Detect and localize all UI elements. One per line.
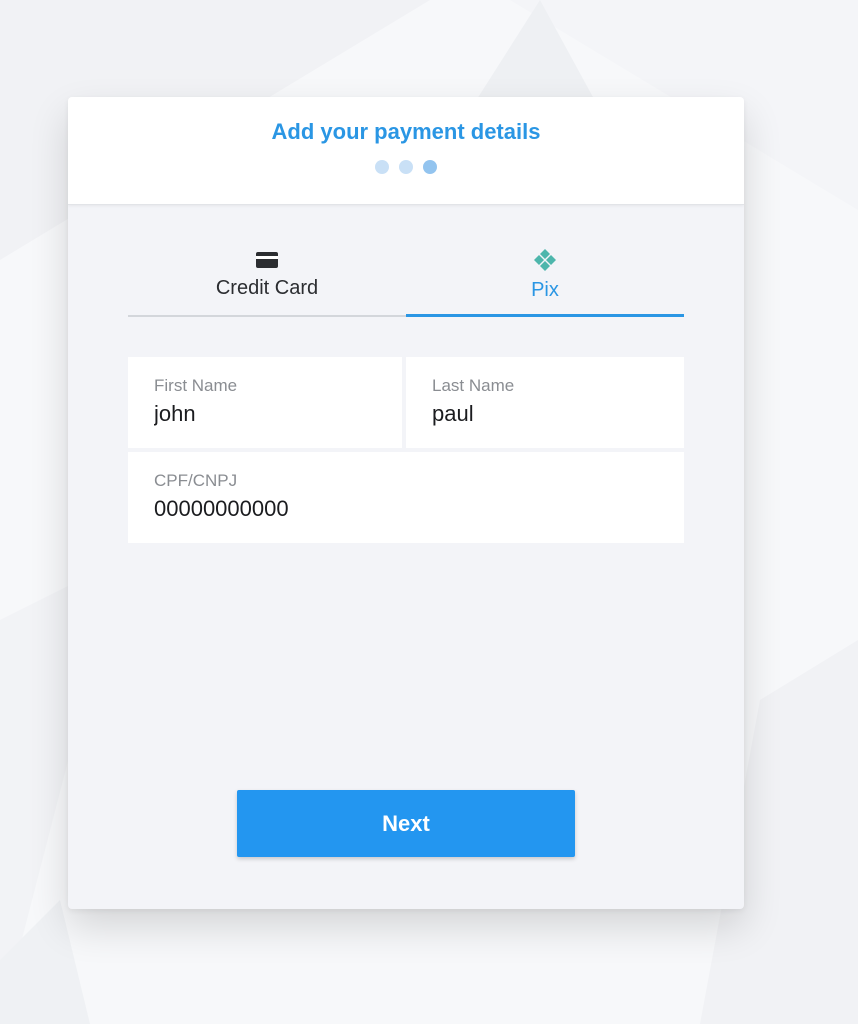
step-dot-3 (423, 160, 437, 174)
cpf-cnpj-input[interactable] (154, 496, 658, 522)
last-name-input[interactable] (432, 401, 658, 427)
tab-pix-label: Pix (531, 279, 559, 301)
step-dot-1 (375, 160, 389, 174)
credit-card-icon (128, 247, 406, 273)
first-name-input[interactable] (154, 401, 376, 427)
next-button[interactable]: Next (237, 790, 575, 857)
payment-card: Add your payment details Credit Card Pix… (68, 97, 744, 909)
tab-credit-card-label: Credit Card (215, 277, 319, 299)
step-dot-2 (399, 160, 413, 174)
last-name-label: Last Name (432, 376, 515, 395)
payment-method-tabs: Credit Card Pix (128, 247, 684, 317)
first-name-field: First Name (128, 357, 402, 448)
tab-credit-card[interactable]: Credit Card (128, 247, 406, 317)
cpf-cnpj-label: CPF/CNPJ (154, 471, 238, 490)
cpf-cnpj-field: CPF/CNPJ (128, 452, 684, 543)
step-indicator (68, 160, 744, 174)
last-name-field: Last Name (406, 357, 684, 448)
pix-icon (406, 247, 684, 273)
card-header: Add your payment details (68, 97, 744, 205)
first-name-label: First Name (154, 376, 238, 395)
tab-pix[interactable]: Pix (406, 247, 684, 317)
page-title: Add your payment details (271, 119, 541, 144)
